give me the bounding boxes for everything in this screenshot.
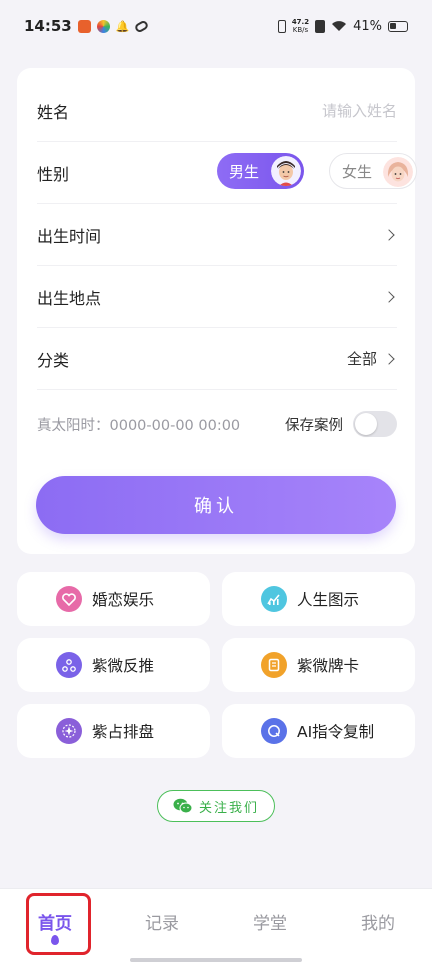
ai-icon bbox=[261, 718, 287, 744]
nav-mine[interactable]: 我的 bbox=[348, 909, 408, 934]
card-icon bbox=[261, 652, 287, 678]
tool-label: 人生图示 bbox=[297, 591, 360, 609]
tool-ziwei-cards[interactable]: 紫微牌卡 bbox=[222, 638, 415, 692]
heart-icon bbox=[56, 586, 82, 612]
home-highlight-box bbox=[26, 893, 91, 955]
category-label: 分类 bbox=[37, 350, 70, 370]
name-row[interactable]: 姓名 请输入姓名 bbox=[37, 80, 397, 142]
female-avatar bbox=[383, 157, 413, 187]
tool-zizhan-chart[interactable]: 紫占排盘 bbox=[17, 704, 210, 758]
gender-female-label: 女生 bbox=[342, 162, 373, 181]
chevron-right-icon bbox=[383, 352, 395, 365]
gender-label: 性别 bbox=[37, 164, 70, 184]
net-speed-value: 47.2 bbox=[291, 18, 310, 26]
vibrate-icon bbox=[277, 19, 286, 33]
confirm-button[interactable]: 确认 bbox=[36, 476, 396, 534]
tool-label: 紫微牌卡 bbox=[297, 657, 360, 675]
save-case-toggle[interactable] bbox=[353, 411, 397, 437]
solar-time-row: 真太阳时：0000-00-00 00:00 保存案例 bbox=[37, 405, 397, 443]
birth-info-form: 姓名 请输入姓名 性别 男生 女生 出生时间 出生地点 分类 全部 真太阳时：0… bbox=[17, 68, 417, 554]
save-case-label: 保存案例 bbox=[285, 417, 343, 434]
tool-life-chart[interactable]: 人生图示 bbox=[222, 572, 415, 626]
chart-icon bbox=[261, 586, 287, 612]
link-icon bbox=[134, 18, 150, 34]
follow-us-button[interactable]: 关注我们 bbox=[157, 790, 275, 822]
gender-row: 性别 男生 女生 bbox=[37, 142, 417, 204]
wifi-icon bbox=[332, 21, 347, 31]
name-input[interactable]: 请输入姓名 bbox=[322, 100, 397, 121]
star-wheel-icon bbox=[56, 718, 82, 744]
status-time: 14:53 bbox=[24, 17, 72, 35]
gender-male-button[interactable]: 男生 bbox=[217, 153, 304, 189]
triangle-dots-icon bbox=[56, 652, 82, 678]
wechat-icon bbox=[173, 798, 193, 814]
category-value: 全部 bbox=[346, 350, 377, 368]
birth-time-row[interactable]: 出生时间 bbox=[37, 204, 397, 266]
tool-label: 婚恋娱乐 bbox=[92, 591, 155, 609]
follow-us-label: 关注我们 bbox=[198, 800, 259, 816]
birth-place-row[interactable]: 出生地点 bbox=[37, 266, 397, 328]
gender-male-label: 男生 bbox=[229, 162, 260, 181]
solar-time-text: 真太阳时：0000-00-00 00:00 bbox=[37, 417, 241, 434]
status-bar: 14:53 🔔 47.2 KB/s 41% bbox=[0, 0, 432, 52]
tool-label: AI指令复制 bbox=[297, 723, 375, 741]
category-row[interactable]: 分类 全部 bbox=[37, 328, 397, 390]
chevron-right-icon bbox=[383, 290, 395, 303]
nav-records[interactable]: 记录 bbox=[132, 909, 192, 934]
tool-ziwei-reverse[interactable]: 紫微反推 bbox=[17, 638, 210, 692]
birth-place-label: 出生地点 bbox=[37, 288, 102, 308]
tool-marriage-entertainment[interactable]: 婚恋娱乐 bbox=[17, 572, 210, 626]
multicolor-app-icon bbox=[96, 19, 110, 33]
battery-icon bbox=[388, 20, 408, 32]
tool-label: 紫占排盘 bbox=[92, 723, 155, 741]
tool-ai-command-copy[interactable]: AI指令复制 bbox=[222, 704, 415, 758]
net-speed-unit: KB/s bbox=[292, 26, 309, 34]
chevron-right-icon bbox=[383, 228, 395, 241]
bell-icon: 🔔 bbox=[115, 19, 130, 33]
toggle-knob bbox=[355, 413, 377, 435]
battery-percent: 41% bbox=[353, 18, 382, 34]
nav-study[interactable]: 学堂 bbox=[240, 909, 300, 934]
name-label: 姓名 bbox=[37, 102, 70, 122]
net-speed: 47.2 KB/s bbox=[292, 18, 309, 34]
birth-time-label: 出生时间 bbox=[37, 226, 102, 246]
male-avatar bbox=[271, 156, 301, 186]
gender-female-button[interactable]: 女生 bbox=[329, 153, 417, 189]
app-notification-icon bbox=[77, 19, 91, 33]
tool-label: 紫微反推 bbox=[92, 657, 155, 675]
no-sim-icon bbox=[315, 19, 326, 33]
home-indicator[interactable] bbox=[130, 958, 302, 962]
